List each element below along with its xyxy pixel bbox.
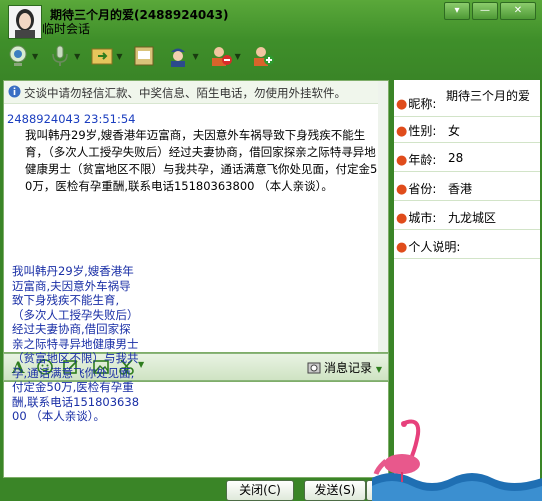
gender-value: 女 <box>448 124 461 138</box>
add-contact-button[interactable] <box>251 44 275 68</box>
province-label: 省份: <box>408 182 437 196</box>
security-notice: 交谈中请勿轻信汇款、中奖信息、陌生电话，勿使用外挂软件。 <box>4 81 388 104</box>
remove-contact-button[interactable]: ▼ <box>209 44 241 68</box>
menu-button[interactable]: ▾ <box>444 2 470 20</box>
profile-city-row: ●城市: 九龙城区 <box>394 204 540 230</box>
police-icon <box>171 48 186 67</box>
message-button[interactable] <box>132 44 156 68</box>
age-label: 年龄: <box>408 153 437 167</box>
profile-province-row: ●省份: 香港 <box>394 175 540 201</box>
chat-window: 期待三个月的爱(2488924043) 临时会话 ▾ — ✕ ▼ ▼ ▼ ▼ ▼… <box>0 0 542 501</box>
minimize-button[interactable]: — <box>472 2 498 20</box>
voice-icon <box>52 45 68 66</box>
bullet-icon: ● <box>396 124 408 139</box>
bullet-icon: ● <box>396 182 408 197</box>
profile-nickname-row: ●昵称: 期待三个月的爱 <box>394 90 540 117</box>
city-label: 城市: <box>408 211 437 225</box>
close-window-button[interactable]: ✕ <box>500 2 536 20</box>
message-header: 2488924043 23:51:54 <box>7 112 136 126</box>
window-controls: ▾ — ✕ <box>444 2 536 20</box>
profile-bio-row: ●个人说明: <box>394 233 540 259</box>
nickname-label: 昵称: <box>408 97 437 111</box>
video-icon <box>9 45 27 66</box>
flamingo-decoration <box>372 419 542 501</box>
report-button[interactable]: ▼ <box>166 44 199 68</box>
city-value: 九龙城区 <box>448 211 497 225</box>
notice-text: 交谈中请勿轻信汇款、中奖信息、陌生电话，勿使用外挂软件。 <box>24 86 346 100</box>
remove-contact-icon <box>211 47 232 66</box>
profile-age-row: ●年龄: 28 <box>394 146 540 172</box>
send-button[interactable]: 发送(S) <box>304 480 366 501</box>
avatar[interactable] <box>8 5 42 39</box>
province-value: 香港 <box>448 182 473 196</box>
add-contact-icon <box>253 47 274 66</box>
message-text: 我叫韩丹29岁,嫂香港年迈富商，夫因意外车祸导致下身残疾不能生育，（多次人工授孕… <box>25 128 378 193</box>
video-call-button[interactable]: ▼ <box>6 44 38 68</box>
bullet-icon: ● <box>396 240 408 255</box>
bullet-icon: ● <box>396 153 408 168</box>
main-toolbar: ▼ ▼ ▼ ▼ ▼ <box>6 40 285 72</box>
history-dropdown-icon: ▼ <box>375 365 382 374</box>
bio-label: 个人说明: <box>408 240 461 254</box>
window-subtitle: 临时会话 <box>42 22 91 36</box>
nickname-value: 期待三个月的爱 <box>446 89 531 103</box>
chat-scrollbar[interactable] <box>378 81 388 352</box>
bullet-icon: ● <box>396 211 408 226</box>
send-file-button[interactable]: ▼ <box>90 44 122 68</box>
bullet-icon: ● <box>396 97 408 112</box>
voice-call-button[interactable]: ▼ <box>48 44 80 68</box>
close-button[interactable]: 关闭(C) <box>226 480 294 501</box>
profile-gender-row: ●性别: 女 <box>394 117 540 143</box>
gender-label: 性别: <box>408 124 437 138</box>
file-transfer-icon <box>91 48 113 65</box>
message-icon <box>134 46 154 66</box>
message-history-button[interactable]: 消息记录 ▼ <box>307 359 382 376</box>
age-value: 28 <box>448 151 464 165</box>
info-icon <box>8 85 21 98</box>
history-icon <box>307 362 321 374</box>
message-history-label: 消息记录 <box>324 361 373 375</box>
bio-text: 我叫韩丹29岁,嫂香港年迈富商,夫因意外车祸导致下身残疾不能生育,（多次人工授孕… <box>12 264 140 423</box>
